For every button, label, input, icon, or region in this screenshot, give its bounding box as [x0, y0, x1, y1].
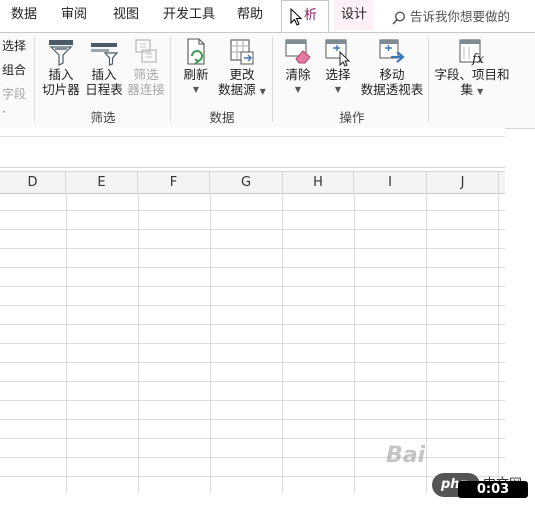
timeline-icon: [91, 43, 119, 66]
grid-line: [0, 400, 505, 401]
cell-grid[interactable]: [0, 193, 505, 493]
chevron-down-icon: ▼: [477, 87, 484, 96]
field-partial-button[interactable]: 字段: [2, 85, 26, 102]
slicer-icon: [49, 40, 73, 66]
tab-design[interactable]: 设计: [334, 0, 374, 30]
move-pivottable-icon: [379, 39, 405, 63]
change-source-line2: 数据源 ▼: [218, 82, 266, 97]
tell-me-box[interactable]: 告诉我你想要做的: [392, 6, 510, 25]
column-header-g[interactable]: G: [210, 172, 283, 193]
insert-timeline-line2: 日程表: [85, 82, 123, 97]
select-button[interactable]: 选择 ▼: [320, 37, 356, 97]
ribbon-tabs: 数据 审阅 视图 开发工具 帮助 析 设计 告诉我你想要做的: [0, 0, 535, 32]
separator: [428, 37, 429, 122]
separator: [170, 37, 171, 122]
insert-slicer-button[interactable]: 插入 切片器: [40, 37, 82, 97]
video-timer: 0:03: [458, 481, 528, 498]
tab-analyze-label: 析: [304, 8, 318, 23]
filter-connections-line2: 器连接: [127, 82, 165, 97]
grid-line: [0, 438, 505, 439]
tab-view[interactable]: 视图: [110, 0, 142, 30]
grid-line: [0, 324, 505, 325]
svg-text:fx: fx: [471, 52, 485, 67]
select-label: 选择: [325, 67, 351, 82]
fields-items-line2: 集 ▼: [460, 82, 484, 97]
watermark-text: Bai: [386, 443, 426, 468]
grid-line: [0, 362, 505, 363]
move-pivottable-button[interactable]: 移动 数据透视表: [360, 37, 424, 97]
insert-slicer-line2: 切片器: [42, 82, 80, 97]
move-line1: 移动: [379, 67, 405, 82]
tab-review[interactable]: 审阅: [58, 0, 90, 30]
column-header-i[interactable]: I: [354, 172, 427, 193]
grid-line: [0, 248, 505, 249]
chevron-down-icon: ▼: [294, 85, 302, 94]
filter-connections-button[interactable]: 筛选 器连接: [126, 37, 166, 97]
column-header-j[interactable]: J: [427, 172, 499, 193]
group-partial-button[interactable]: 组合: [2, 61, 26, 78]
chevron-down-icon: ▼: [259, 87, 266, 96]
move-line2: 数据透视表: [360, 82, 424, 97]
group-dots: ·: [2, 105, 6, 119]
change-data-source-icon: [230, 39, 254, 65]
search-icon: [392, 10, 406, 25]
grid-line: [0, 457, 505, 458]
filter-connections-line1: 筛选: [133, 67, 159, 82]
grid-line: [0, 305, 505, 306]
separator: [34, 37, 35, 122]
column-header-d[interactable]: D: [0, 172, 66, 193]
refresh-button[interactable]: 刷新 ▼: [176, 37, 216, 97]
change-data-source-button[interactable]: 更改 数据源 ▼: [218, 37, 266, 99]
grid-line: [0, 381, 505, 382]
group-label-filter: 筛选: [90, 110, 116, 125]
column-header-f[interactable]: F: [138, 172, 210, 193]
column-header-e[interactable]: E: [66, 172, 138, 193]
column-headers: D E F G H I J: [0, 171, 505, 194]
clear-button[interactable]: 清除 ▼: [280, 37, 316, 97]
filter-connections-icon: [135, 39, 157, 63]
change-source-line1: 更改: [229, 67, 255, 82]
fields-items-line1: 字段、项目和: [434, 67, 510, 82]
ribbon: 选择 组合 字段 · 插入 切片器 插入 日程表 筛选 器连接 筛选 刷新 ▼ …: [0, 32, 535, 129]
grid-line: [0, 286, 505, 287]
chevron-down-icon: ▼: [192, 85, 200, 94]
separator: [272, 37, 273, 122]
grid-line: [0, 210, 505, 211]
tab-data[interactable]: 数据: [8, 0, 40, 30]
grid-line: [0, 267, 505, 268]
grid-line: [0, 229, 505, 230]
group-label-data: 数据: [209, 110, 235, 125]
divider: [0, 136, 505, 137]
refresh-icon: [187, 38, 205, 65]
grid-line: [0, 343, 505, 344]
fields-items-sets-button[interactable]: fx 字段、项目和 集 ▼: [432, 37, 512, 99]
grid-line: [0, 476, 505, 477]
refresh-label: 刷新: [183, 67, 209, 82]
mouse-cursor-icon: [290, 8, 302, 26]
tab-help[interactable]: 帮助: [234, 0, 266, 30]
select-partial-button[interactable]: 选择: [2, 37, 26, 54]
insert-timeline-button[interactable]: 插入 日程表: [84, 37, 124, 97]
formula-bar-area: [0, 127, 505, 168]
chevron-down-icon: ▼: [334, 85, 342, 94]
tab-developer[interactable]: 开发工具: [160, 0, 218, 30]
insert-slicer-line1: 插入: [48, 67, 74, 82]
group-label-actions: 操作: [339, 110, 365, 125]
tab-analyze[interactable]: 析: [281, 0, 329, 32]
fx-icon: fx: [459, 39, 485, 67]
tell-me-text: 告诉我你想要做的: [410, 9, 511, 24]
clear-icon: [285, 39, 311, 64]
grid-line: [0, 419, 505, 420]
insert-timeline-line1: 插入: [91, 67, 117, 82]
select-icon: [325, 39, 351, 67]
clear-label: 清除: [285, 67, 311, 82]
column-header-h[interactable]: H: [283, 172, 354, 193]
